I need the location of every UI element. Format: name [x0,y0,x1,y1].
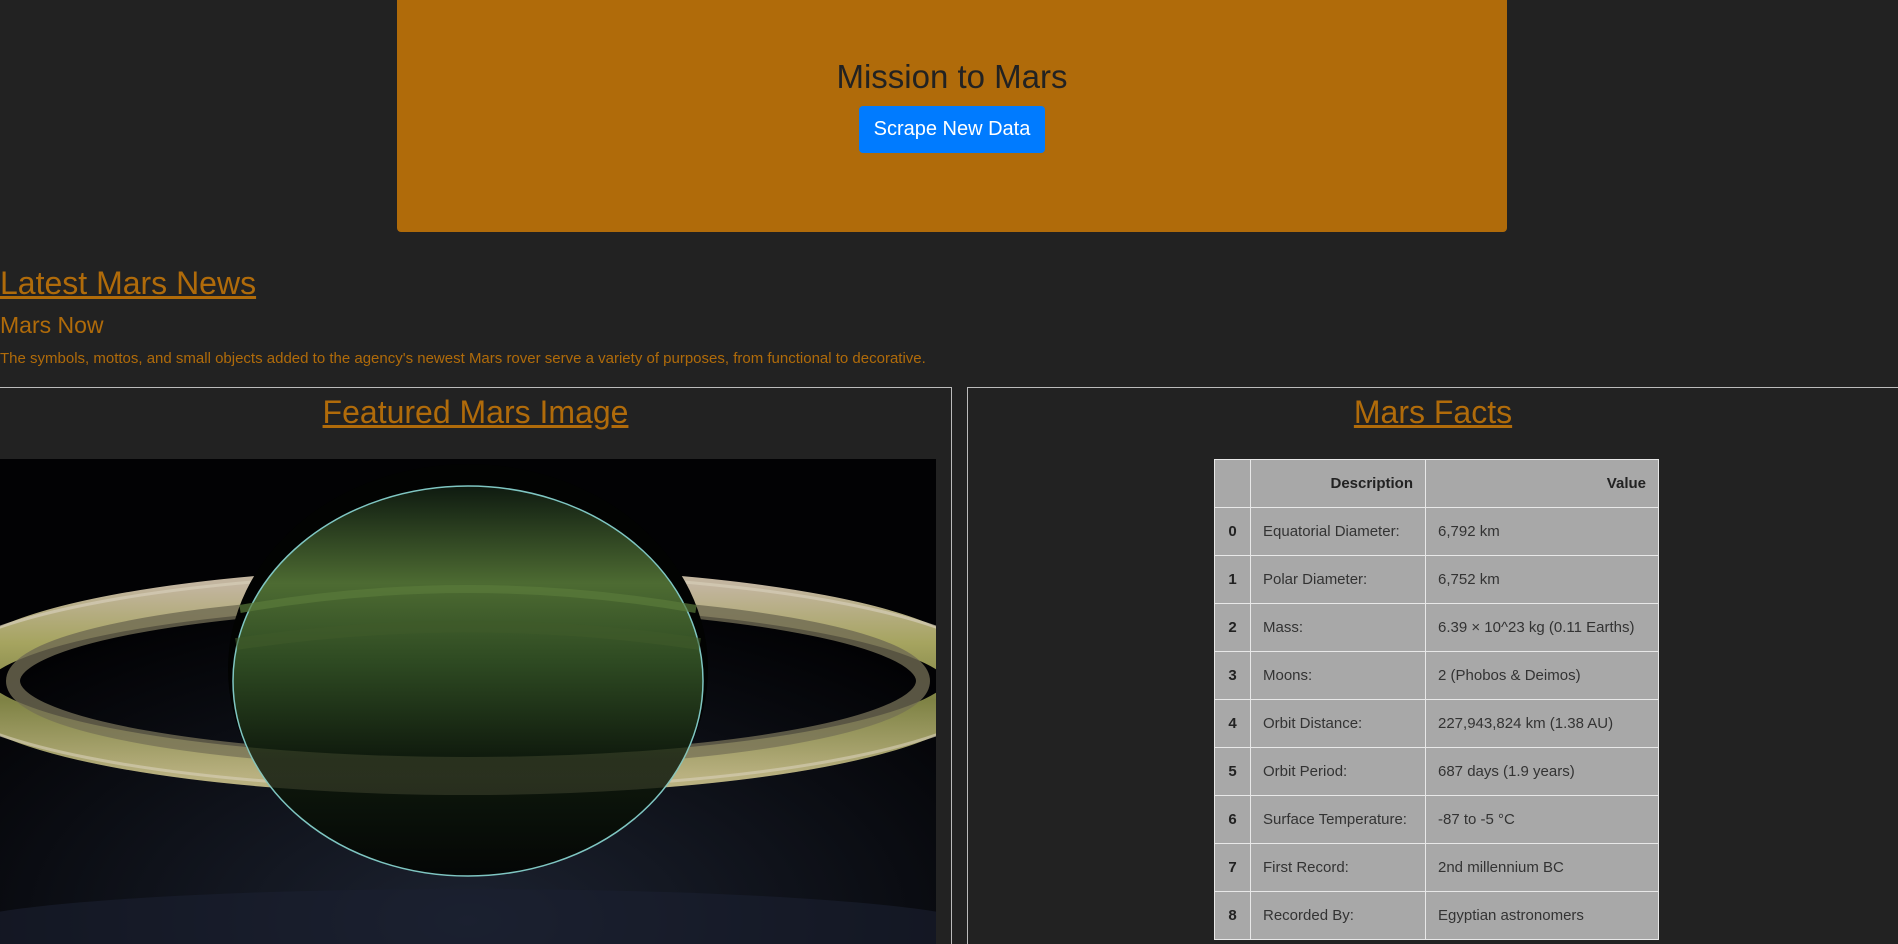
row-value: 687 days (1.9 years) [1425,747,1659,796]
row-value: -87 to -5 °C [1425,795,1659,844]
row-description: Mass: [1250,603,1426,652]
row-index: 1 [1214,555,1251,604]
news-teaser: The symbols, mottos, and small objects a… [0,350,926,367]
row-index: 8 [1214,891,1251,940]
row-description: Recorded By: [1250,891,1426,940]
table-row: 3 Moons: 2 (Phobos & Deimos) [1214,651,1659,700]
table-row: 0 Equatorial Diameter: 6,792 km [1214,507,1659,556]
row-index: 7 [1214,843,1251,892]
row-index: 4 [1214,699,1251,748]
row-index: 5 [1214,747,1251,796]
row-value: 2nd millennium BC [1425,843,1659,892]
column-header-index [1214,459,1251,508]
row-value: 2 (Phobos & Deimos) [1425,651,1659,700]
row-description: Polar Diameter: [1250,555,1426,604]
row-description: Orbit Period: [1250,747,1426,796]
row-value: Egyptian astronomers [1425,891,1659,940]
row-description: First Record: [1250,843,1426,892]
row-index: 6 [1214,795,1251,844]
row-description: Equatorial Diameter: [1250,507,1426,556]
jumbotron-header: Mission to Mars Scrape New Data [397,0,1507,232]
row-value: 227,943,824 km (1.38 AU) [1425,699,1659,748]
row-description: Orbit Distance: [1250,699,1426,748]
latest-news-heading[interactable]: Latest Mars News [0,265,256,302]
featured-image-heading[interactable]: Featured Mars Image [0,388,951,432]
mars-facts-panel: Mars Facts Description Value 0 Equatoria… [967,387,1898,944]
mars-facts-heading[interactable]: Mars Facts [968,388,1898,432]
row-index: 2 [1214,603,1251,652]
row-index: 0 [1214,507,1251,556]
table-row: 5 Orbit Period: 687 days (1.9 years) [1214,747,1659,796]
table-row: 1 Polar Diameter: 6,752 km [1214,555,1659,604]
scrape-new-data-button[interactable]: Scrape New Data [859,106,1045,153]
row-description: Surface Temperature: [1250,795,1426,844]
table-row: 6 Surface Temperature: -87 to -5 °C [1214,795,1659,844]
row-value: 6,752 km [1425,555,1659,604]
column-header-description: Description [1250,459,1426,508]
mars-facts-table: Description Value 0 Equatorial Diameter:… [1214,459,1659,940]
row-index: 3 [1214,651,1251,700]
row-value: 6,792 km [1425,507,1659,556]
row-value: 6.39 × 10^23 kg (0.11 Earths) [1425,603,1659,652]
news-headline: Mars Now [0,312,104,338]
table-row: 7 First Record: 2nd millennium BC [1214,843,1659,892]
table-header-row: Description Value [1214,459,1659,508]
column-header-value: Value [1425,459,1659,508]
table-row: 4 Orbit Distance: 227,943,824 km (1.38 A… [1214,699,1659,748]
featured-image-panel: Featured Mars Image [0,387,952,944]
table-row: 8 Recorded By: Egyptian astronomers [1214,891,1659,940]
featured-saturn-image [0,459,936,944]
page-title: Mission to Mars [836,58,1068,95]
row-description: Moons: [1250,651,1426,700]
table-row: 2 Mass: 6.39 × 10^23 kg (0.11 Earths) [1214,603,1659,652]
